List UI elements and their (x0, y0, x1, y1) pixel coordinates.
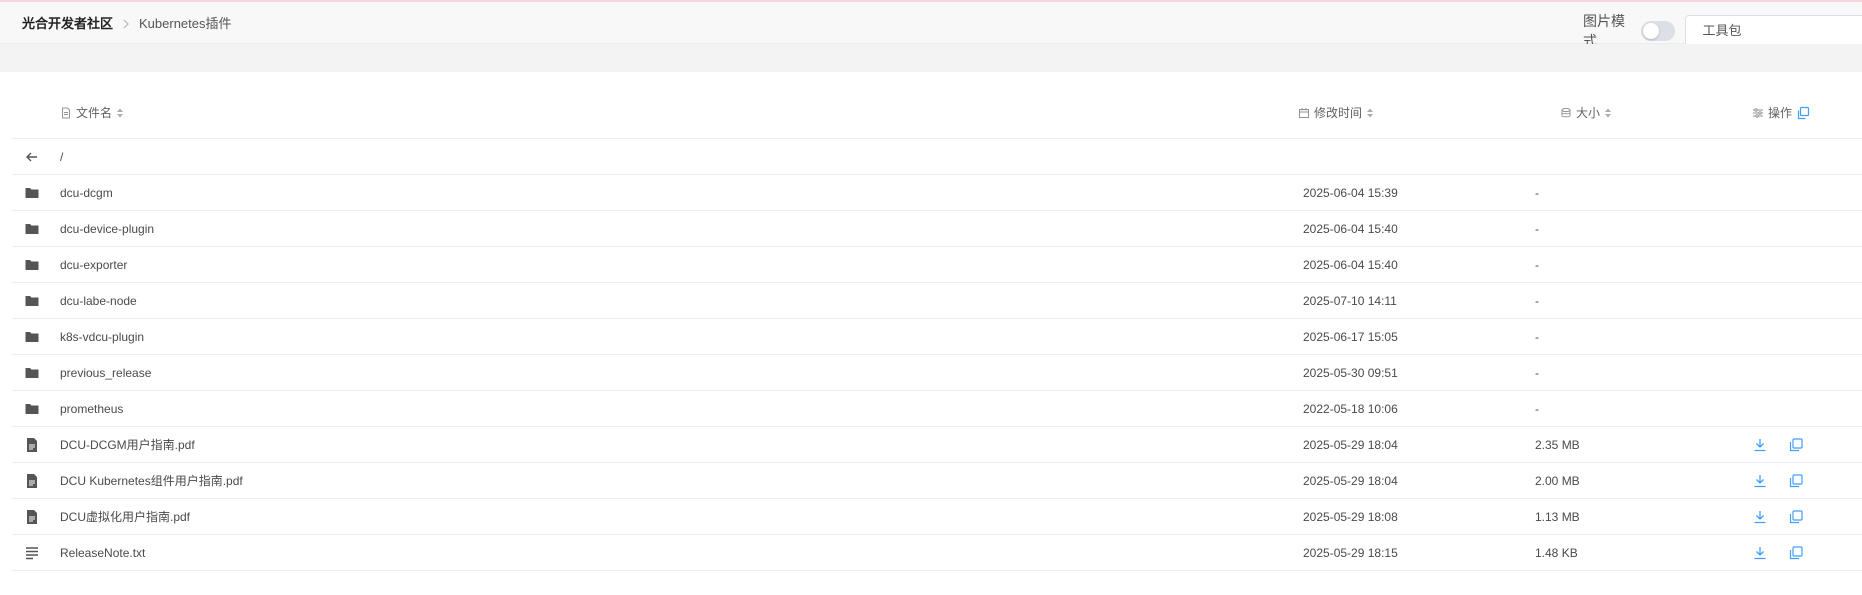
column-name-label: 文件名 (76, 106, 113, 120)
folder-icon (24, 257, 40, 273)
file-icon (62, 107, 70, 118)
copy-icon[interactable] (1788, 473, 1804, 489)
parent-directory-row[interactable]: / (12, 139, 1862, 175)
column-header-size[interactable]: 大小 (1560, 104, 1616, 121)
file-name[interactable]: DCU虚拟化用户指南.pdf (60, 510, 190, 524)
sort-icon[interactable] (116, 107, 128, 119)
table-row[interactable]: dcu-labe-node 2025-07-10 14:11 - (12, 283, 1862, 319)
table-row[interactable]: ReleaseNote.txt 2025-05-29 18:15 1.48 KB (12, 535, 1862, 571)
column-header-modified[interactable]: 修改时间 (1298, 104, 1378, 121)
table-row[interactable]: DCU-DCGM用户指南.pdf 2025-05-29 18:04 2.35 MB (12, 427, 1862, 463)
modified-time: 2022-05-18 10:06 (1303, 402, 1398, 416)
copy-icon[interactable] (1788, 437, 1804, 453)
breadcrumb-current: Kubernetes插件 (139, 16, 232, 31)
sliders-icon (1753, 107, 1763, 118)
file-name[interactable]: dcu-labe-node (60, 294, 137, 308)
folder-icon (24, 329, 40, 345)
file-name[interactable]: ReleaseNote.txt (60, 546, 145, 560)
file-size: 2.35 MB (1535, 438, 1580, 452)
table-row[interactable]: prometheus 2022-05-18 10:06 - (12, 391, 1862, 427)
modified-time: 2025-05-29 18:15 (1303, 546, 1398, 560)
download-icon[interactable] (1752, 473, 1768, 489)
modified-time: 2025-06-04 15:40 (1303, 258, 1398, 272)
file-size: 1.13 MB (1535, 510, 1580, 524)
file-size: - (1535, 402, 1539, 416)
parent-path[interactable]: / (60, 150, 63, 164)
column-actions-label: 操作 (1768, 106, 1793, 120)
file-size: - (1535, 222, 1539, 236)
sort-icon[interactable] (1366, 107, 1378, 119)
file-document-icon (24, 437, 40, 453)
file-name[interactable]: previous_release (60, 366, 151, 380)
chevron-right-icon (121, 19, 131, 29)
file-size: - (1535, 258, 1539, 272)
file-name[interactable]: DCU-DCGM用户指南.pdf (60, 438, 195, 452)
database-icon (1561, 107, 1571, 117)
folder-icon (24, 365, 40, 381)
file-name[interactable]: k8s-vdcu-plugin (60, 330, 144, 344)
table-row[interactable]: dcu-exporter 2025-06-04 15:40 - (12, 247, 1862, 283)
file-size: - (1535, 186, 1539, 200)
breadcrumb: 光合开发者社区 Kubernetes插件 (22, 16, 232, 32)
back-arrow-icon[interactable] (24, 149, 40, 165)
file-list: dcu-dcgm 2025-06-04 15:39- dcu-device-plug… (12, 175, 1862, 571)
toggle-knob (1643, 23, 1660, 39)
modified-time: 2025-06-17 15:05 (1303, 330, 1398, 344)
copy-icon[interactable] (1796, 106, 1810, 120)
download-icon[interactable] (1752, 437, 1768, 453)
table-row[interactable]: previous_release 2025-05-30 09:51 - (12, 355, 1862, 391)
table-row[interactable]: DCU Kubernetes组件用户指南.pdf 2025-05-29 18:04… (12, 463, 1862, 499)
modified-time: 2025-06-04 15:39 (1303, 186, 1398, 200)
modified-time: 2025-05-30 09:51 (1303, 366, 1398, 380)
file-name[interactable]: prometheus (60, 402, 123, 416)
table-row[interactable]: dcu-dcgm 2025-06-04 15:39 - (12, 175, 1862, 211)
folder-icon (24, 293, 40, 309)
file-name[interactable]: DCU Kubernetes组件用户指南.pdf (60, 474, 243, 488)
column-size-label: 大小 (1576, 106, 1601, 120)
top-bar: 光合开发者社区 Kubernetes插件 图片模式 工具包 (0, 2, 1862, 49)
file-document-icon (24, 509, 40, 525)
folder-icon (24, 185, 40, 201)
file-size: - (1535, 294, 1539, 308)
toolbox-select[interactable]: 工具包 (1685, 15, 1862, 47)
file-document-icon (24, 473, 40, 489)
file-table: 文件名 修改时间 大小 操作 / dcu-dcgm 2025-06-04 15:3… (12, 84, 1862, 571)
file-name[interactable]: dcu-dcgm (60, 186, 113, 200)
file-size: 2.00 MB (1535, 474, 1580, 488)
table-row[interactable]: DCU虚拟化用户指南.pdf 2025-05-29 18:08 1.13 MB (12, 499, 1862, 535)
calendar-icon (1299, 107, 1309, 118)
modified-time: 2025-06-04 15:40 (1303, 222, 1398, 236)
download-icon[interactable] (1752, 509, 1768, 525)
table-header: 文件名 修改时间 大小 操作 (12, 84, 1862, 139)
text-file-icon (24, 545, 40, 561)
column-header-name[interactable]: 文件名 (60, 104, 128, 121)
copy-icon[interactable] (1788, 545, 1804, 561)
folder-icon (24, 221, 40, 237)
file-size: - (1535, 366, 1539, 380)
file-name[interactable]: dcu-exporter (60, 258, 127, 272)
download-icon[interactable] (1752, 545, 1768, 561)
file-name[interactable]: dcu-device-plugin (60, 222, 154, 236)
image-mode-toggle[interactable] (1641, 21, 1676, 41)
folder-icon (24, 401, 40, 417)
modified-time: 2025-07-10 14:11 (1303, 294, 1397, 308)
modified-time: 2025-05-29 18:04 (1303, 438, 1398, 452)
column-header-actions: 操作 (1752, 104, 1814, 121)
copy-icon[interactable] (1788, 509, 1804, 525)
modified-time: 2025-05-29 18:08 (1303, 510, 1398, 524)
divider-band (0, 44, 1862, 72)
table-row[interactable]: dcu-device-plugin 2025-06-04 15:40 - (12, 211, 1862, 247)
sort-icon[interactable] (1604, 107, 1616, 119)
toolbox-select-value: 工具包 (1702, 23, 1742, 38)
breadcrumb-root[interactable]: 光合开发者社区 (22, 16, 113, 32)
file-size: 1.48 KB (1535, 546, 1578, 560)
column-modified-label: 修改时间 (1314, 106, 1363, 120)
modified-time: 2025-05-29 18:04 (1303, 474, 1398, 488)
table-row[interactable]: k8s-vdcu-plugin 2025-06-17 15:05 - (12, 319, 1862, 355)
file-size: - (1535, 330, 1539, 344)
